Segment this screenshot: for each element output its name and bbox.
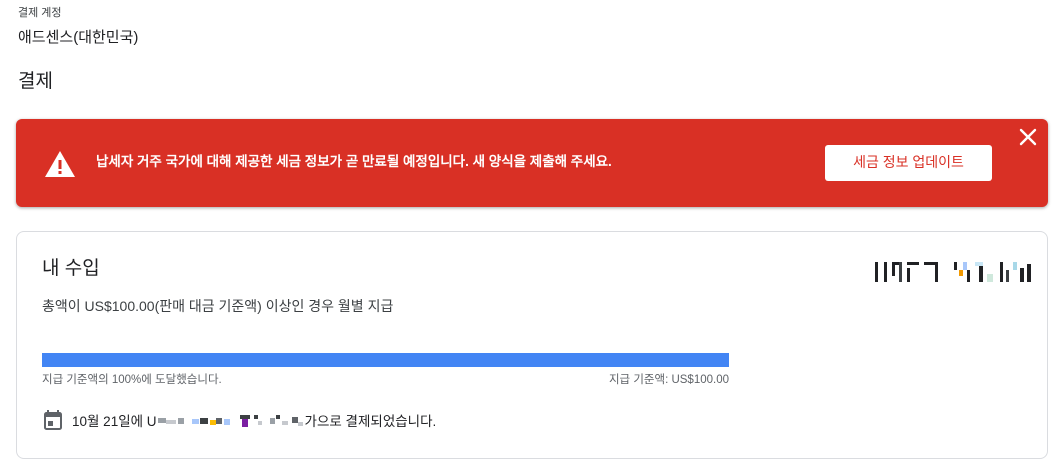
- earnings-amount-redacted: [875, 262, 1031, 282]
- billing-account: 결제 계정 애드센스(대한민국): [18, 6, 138, 48]
- tax-info-alert-banner: 납세자 거주 국가에 대해 제공한 세금 정보가 곧 만료될 예정입니다. 새 …: [16, 119, 1048, 207]
- payment-threshold-progress-bar: [42, 353, 729, 367]
- progress-bar-fill: [42, 353, 729, 367]
- close-icon[interactable]: [1018, 127, 1038, 147]
- payment-status-text: 가으로 결제되었습니다.: [304, 414, 437, 429]
- billing-account-label: 결제 계정: [18, 7, 62, 19]
- update-tax-info-button[interactable]: 세금 정보 업데이트: [825, 145, 992, 181]
- payment-threshold-description: 총액이 US$100.00(판매 대금 기준액) 이상인 경우 월별 지급: [42, 298, 394, 314]
- calendar-icon: [44, 410, 62, 430]
- earnings-card: 내 수입 총액이 US$100.00(판매 대금 기준액) 이상인 경우 월별 …: [16, 231, 1048, 459]
- billing-account-name: 애드센스(대한민국): [18, 29, 139, 46]
- page-title: 결제: [18, 71, 53, 92]
- payment-date-text: 10월 21일에 U: [72, 414, 157, 429]
- last-payment-row: 10월 21일에 U 가으로 결제되었습니다.: [44, 409, 436, 431]
- warning-icon: [45, 151, 75, 177]
- payment-amount-redacted: [157, 415, 303, 427]
- earnings-title: 내 수입: [42, 258, 100, 279]
- progress-status-label: 지급 기준액의 100%에 도달했습니다.: [42, 374, 222, 386]
- payment-threshold-label: 지급 기준액: US$100.00: [608, 374, 729, 386]
- alert-message: 납세자 거주 국가에 대해 제공한 세금 정보가 곧 만료될 예정입니다. 새 …: [96, 154, 612, 169]
